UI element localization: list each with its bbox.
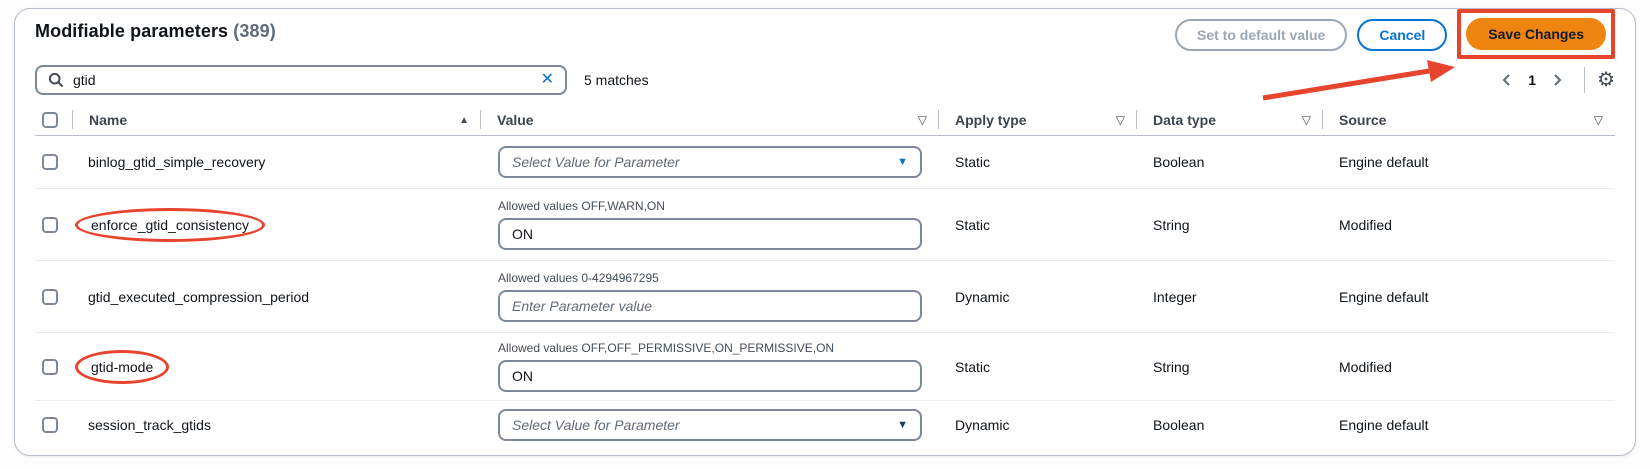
column-header-name[interactable]: Name ▲ xyxy=(73,105,481,135)
value-select[interactable]: Select Value for Parameter ▼ xyxy=(498,409,922,441)
parameter-name-annotated: enforce_gtid_consistency xyxy=(75,208,265,242)
table-row: gtid-mode Allowed values OFF,OFF_PERMISS… xyxy=(35,333,1615,401)
current-page-number[interactable]: 1 xyxy=(1528,72,1536,88)
table-row: gtid_executed_compression_period Allowed… xyxy=(35,261,1615,333)
column-header-source[interactable]: Source ▽ xyxy=(1323,105,1615,135)
select-all-cell xyxy=(35,105,73,135)
data-type-value: Boolean xyxy=(1137,154,1323,170)
cancel-button[interactable]: Cancel xyxy=(1357,19,1447,51)
apply-type-value: Static xyxy=(939,154,1137,170)
next-page-button[interactable] xyxy=(1544,67,1570,93)
column-label: Value xyxy=(497,112,534,128)
data-type-value: String xyxy=(1137,359,1323,375)
save-changes-button[interactable]: Save Changes xyxy=(1466,18,1606,50)
table-row: binlog_gtid_simple_recovery Select Value… xyxy=(35,136,1615,189)
allowed-values-label: Allowed values OFF,WARN,ON xyxy=(498,199,922,213)
search-input[interactable]: gtid xyxy=(73,72,532,88)
row-checkbox[interactable] xyxy=(42,217,58,233)
value-input[interactable] xyxy=(498,360,922,392)
sortable-icon[interactable]: ▽ xyxy=(918,113,927,127)
allowed-values-label: Allowed values OFF,OFF_PERMISSIVE,ON_PER… xyxy=(498,341,922,355)
table-row: session_track_gtids Select Value for Par… xyxy=(35,401,1615,449)
source-value: Modified xyxy=(1323,217,1615,233)
page-title: Modifiable parameters (389) xyxy=(35,19,276,42)
previous-page-button[interactable] xyxy=(1494,67,1520,93)
set-to-default-button[interactable]: Set to default value xyxy=(1175,19,1347,51)
apply-type-value: Static xyxy=(939,359,1137,375)
parameter-count: (389) xyxy=(233,21,276,41)
chevron-down-icon: ▼ xyxy=(897,157,908,168)
parameter-name-annotated: gtid-mode xyxy=(75,350,169,384)
parameter-name: gtid_executed_compression_period xyxy=(88,289,309,305)
parameters-page: Modifiable parameters (389) Set to defau… xyxy=(0,0,1650,469)
chevron-left-icon xyxy=(1499,72,1515,88)
clear-search-icon[interactable]: ✕ xyxy=(541,72,554,88)
select-placeholder: Select Value for Parameter xyxy=(512,417,680,433)
table-header: Name ▲ Value ▽ Apply type ▽ Data type ▽ … xyxy=(35,105,1615,136)
source-value: Engine default xyxy=(1323,289,1615,305)
page-title-text: Modifiable parameters xyxy=(35,21,228,41)
select-placeholder: Select Value for Parameter xyxy=(512,154,680,170)
sortable-icon[interactable]: ▽ xyxy=(1594,113,1603,127)
sortable-icon[interactable]: ▽ xyxy=(1302,113,1311,127)
value-select[interactable]: Select Value for Parameter ▼ xyxy=(498,146,922,178)
source-value: Engine default xyxy=(1323,417,1615,433)
match-count: 5 matches xyxy=(584,72,649,88)
data-type-value: Boolean xyxy=(1137,417,1323,433)
modifiable-parameters-panel: Modifiable parameters (389) Set to defau… xyxy=(14,8,1636,456)
chevron-right-icon xyxy=(1549,72,1565,88)
table-row: enforce_gtid_consistency Allowed values … xyxy=(35,189,1615,261)
chevron-down-icon: ▼ xyxy=(897,420,908,431)
column-header-apply-type[interactable]: Apply type ▽ xyxy=(939,105,1137,135)
select-all-checkbox[interactable] xyxy=(42,112,58,128)
sort-ascending-icon[interactable]: ▲ xyxy=(459,115,469,126)
apply-type-value: Static xyxy=(939,217,1137,233)
parameter-name: session_track_gtids xyxy=(88,417,211,433)
gear-icon[interactable]: ⚙ xyxy=(1597,70,1615,90)
column-label: Name xyxy=(89,112,127,128)
header-actions: Set to default value Cancel Save Changes xyxy=(1175,19,1615,59)
apply-type-value: Dynamic xyxy=(939,417,1137,433)
apply-type-value: Dynamic xyxy=(939,289,1137,305)
source-value: Engine default xyxy=(1323,154,1615,170)
search-box[interactable]: gtid ✕ xyxy=(35,65,567,95)
sortable-icon[interactable]: ▽ xyxy=(1116,113,1125,127)
data-type-value: Integer xyxy=(1137,289,1323,305)
allowed-values-label: Allowed values 0-4294967295 xyxy=(498,271,922,285)
data-type-value: String xyxy=(1137,217,1323,233)
pagination: 1 ⚙ xyxy=(1494,67,1615,93)
row-checkbox[interactable] xyxy=(42,154,58,170)
row-checkbox[interactable] xyxy=(42,289,58,305)
pager-divider xyxy=(1584,67,1585,93)
column-header-value[interactable]: Value ▽ xyxy=(481,105,939,135)
column-header-data-type[interactable]: Data type ▽ xyxy=(1137,105,1323,135)
search-icon xyxy=(48,72,64,88)
parameter-name: binlog_gtid_simple_recovery xyxy=(88,154,265,170)
column-label: Data type xyxy=(1153,112,1216,128)
source-value: Modified xyxy=(1323,359,1615,375)
value-input[interactable] xyxy=(498,218,922,250)
value-input[interactable] xyxy=(498,290,922,322)
column-label: Source xyxy=(1339,112,1386,128)
column-label: Apply type xyxy=(955,112,1027,128)
save-annotation-box: Save Changes xyxy=(1457,9,1615,59)
panel-header: Modifiable parameters (389) Set to defau… xyxy=(35,19,1615,57)
row-checkbox[interactable] xyxy=(42,417,58,433)
filter-row: gtid ✕ 5 matches 1 ⚙ xyxy=(35,65,1615,95)
row-checkbox[interactable] xyxy=(42,359,58,375)
